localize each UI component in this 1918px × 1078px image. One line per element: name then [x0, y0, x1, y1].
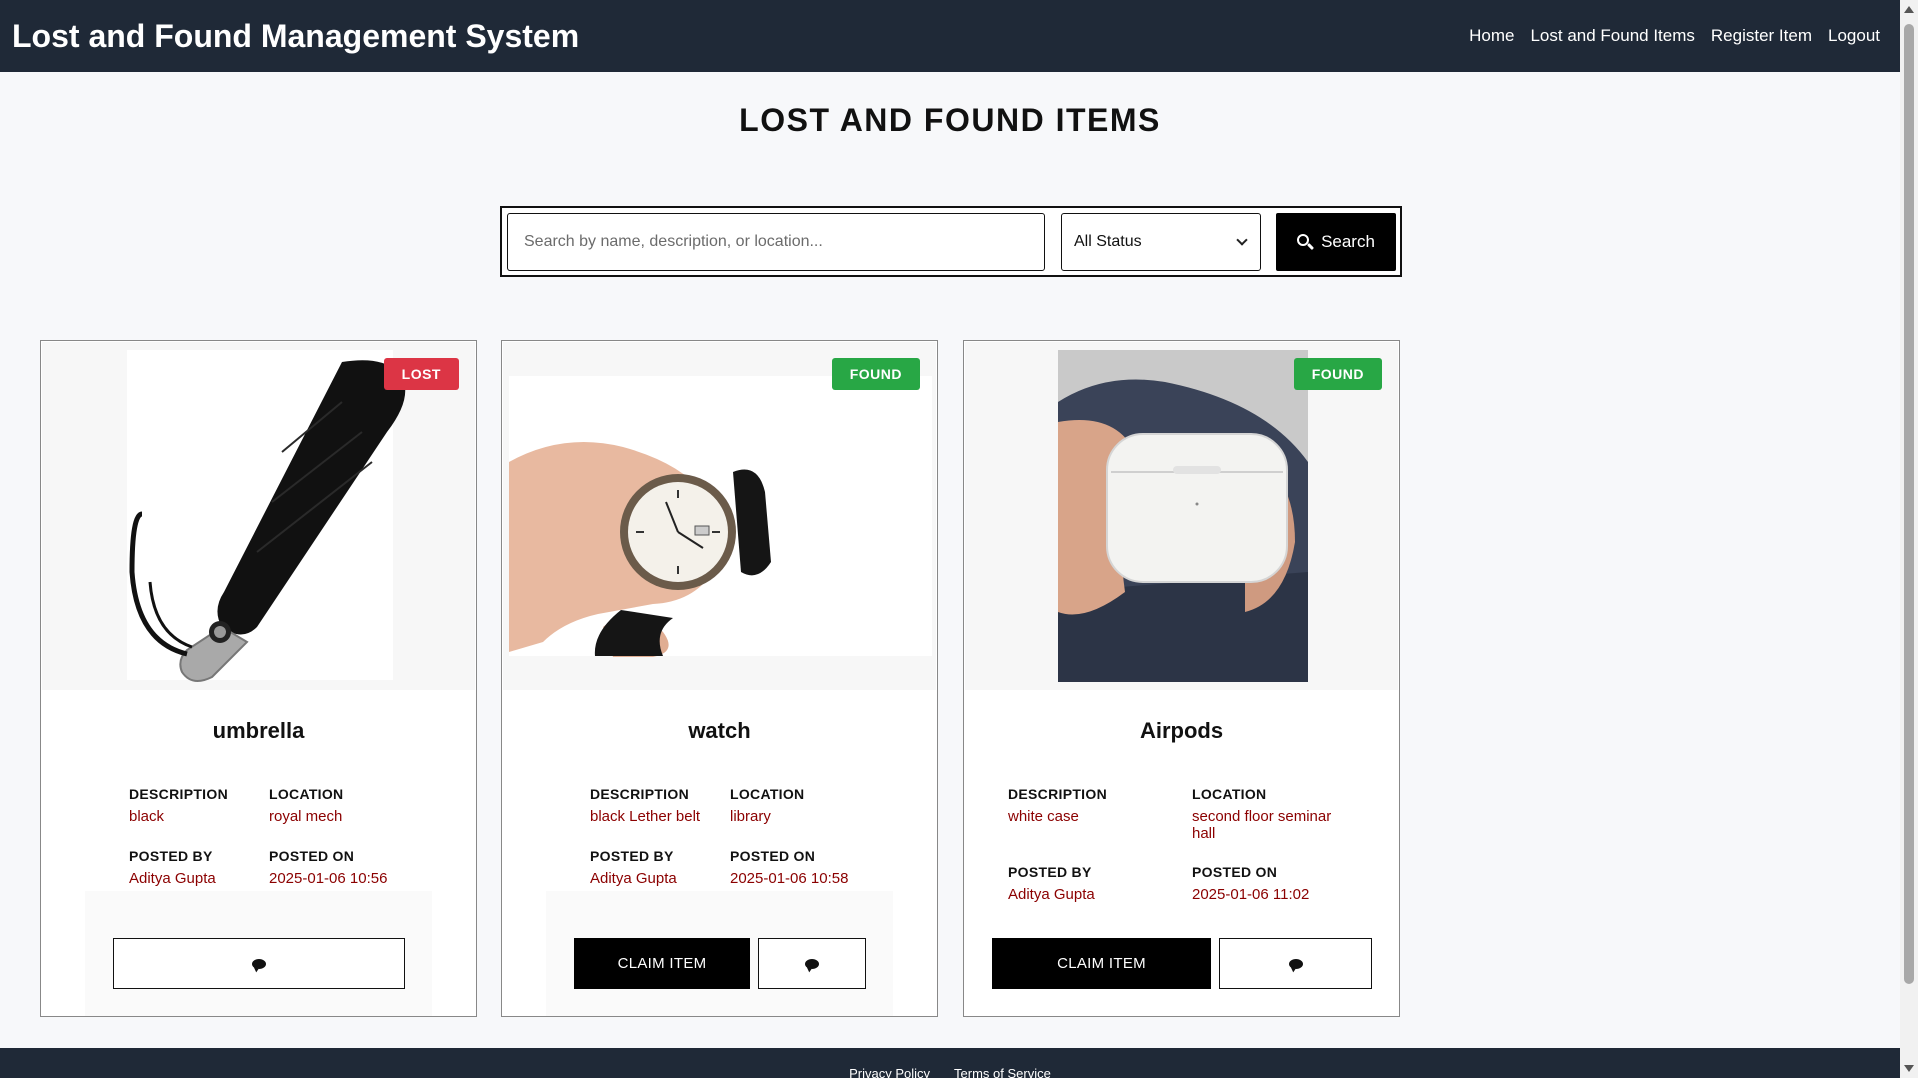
privacy-policy-link[interactable]: Privacy Policy — [849, 1066, 930, 1078]
posted-by-label: POSTED BY — [129, 848, 213, 864]
posted-on-field: POSTED ON 2025-01-06 10:56 — [269, 848, 387, 887]
description-value: black — [129, 808, 165, 825]
item-name: umbrella — [212, 718, 305, 743]
search-button[interactable]: Search — [1276, 213, 1396, 271]
item-card: FOUND watch DESCRIPTION black Lether bel… — [501, 340, 938, 1017]
status-badge: FOUND — [831, 358, 920, 390]
posted-by-field: POSTED BY Aditya Gupta — [129, 848, 216, 887]
footer: Privacy Policy Terms of Service — [0, 1048, 1900, 1078]
chat-button[interactable] — [1219, 938, 1372, 989]
scroll-up-arrow[interactable] — [1904, 6, 1914, 13]
description-field: DESCRIPTION black — [129, 786, 228, 825]
description-value: white case — [1008, 808, 1079, 825]
description-label: DESCRIPTION — [1008, 786, 1107, 802]
location-value: library — [730, 808, 771, 825]
posted-on-field: POSTED ON 2025-01-06 11:02 — [1192, 864, 1309, 903]
scroll-down-arrow[interactable] — [1904, 1065, 1914, 1072]
chat-button[interactable] — [113, 938, 405, 989]
location-value: second floor seminar hall — [1192, 808, 1332, 842]
scrollbar-thumb[interactable] — [1904, 24, 1914, 984]
description-value: black Lether belt — [590, 808, 701, 825]
posted-by-label: POSTED BY — [590, 848, 674, 864]
status-badge: FOUND — [1293, 358, 1382, 390]
item-card: FOUND Airpods DESCRIPTION white case LOC… — [963, 340, 1400, 1017]
chat-icon — [805, 958, 819, 969]
watch-image — [509, 376, 932, 657]
status-select-value: All Status — [1074, 233, 1142, 250]
location-field: LOCATION second floor seminar hall — [1192, 786, 1352, 842]
nav-logout-link[interactable]: Logout — [1828, 26, 1880, 46]
posted-by-value: Aditya Gupta — [129, 870, 216, 887]
item-image-area: FOUND — [965, 342, 1398, 690]
location-value: royal mech — [269, 808, 343, 825]
airpods-image — [1058, 350, 1308, 682]
terms-of-service-link[interactable]: Terms of Service — [954, 1066, 1051, 1078]
scrollbar[interactable] — [1900, 0, 1918, 1078]
navbar: Lost and Found Management System Home Lo… — [0, 0, 1900, 72]
description-label: DESCRIPTION — [129, 786, 228, 802]
nav-register-link[interactable]: Register Item — [1711, 26, 1812, 46]
nav-home-link[interactable]: Home — [1469, 26, 1514, 46]
description-label: DESCRIPTION — [590, 786, 689, 802]
nav-items-link[interactable]: Lost and Found Items — [1530, 26, 1694, 46]
posted-by-field: POSTED BY Aditya Gupta — [590, 848, 677, 887]
location-label: LOCATION — [1192, 786, 1267, 802]
brand-title[interactable]: Lost and Found Management System — [12, 18, 579, 55]
chevron-down-icon — [1236, 234, 1248, 246]
claim-item-button[interactable]: CLAIM ITEM — [574, 938, 750, 989]
item-details: DESCRIPTION black Lether belt LOCATION l… — [546, 766, 895, 902]
posted-on-label: POSTED ON — [1192, 864, 1278, 880]
item-card: LOST umbrella DESCRIPTION black LOCATION… — [40, 340, 477, 1017]
search-bar: All Status Search — [500, 206, 1402, 277]
posted-by-value: Aditya Gupta — [590, 870, 677, 887]
location-field: LOCATION library — [730, 786, 804, 825]
chat-button[interactable] — [758, 938, 866, 989]
search-button-label: Search — [1321, 232, 1375, 251]
item-name: Airpods — [1139, 718, 1224, 743]
description-field: DESCRIPTION black Lether belt — [590, 786, 700, 825]
search-input[interactable] — [507, 213, 1045, 271]
posted-on-value: 2025-01-06 11:02 — [1192, 886, 1310, 903]
description-field: DESCRIPTION white case — [1008, 786, 1107, 825]
posted-by-field: POSTED BY Aditya Gupta — [1008, 864, 1095, 903]
posted-on-label: POSTED ON — [269, 848, 355, 864]
status-select[interactable]: All Status — [1061, 213, 1261, 271]
posted-on-value: 2025-01-06 10:58 — [730, 870, 849, 887]
nav-links: Home Lost and Found Items Register Item … — [1469, 26, 1888, 46]
page-title: LOST AND FOUND ITEMS — [739, 102, 1161, 138]
location-label: LOCATION — [730, 786, 805, 802]
item-details: DESCRIPTION white case LOCATION second f… — [964, 766, 1399, 918]
item-image-area: LOST — [42, 342, 475, 690]
item-details: DESCRIPTION black LOCATION royal mech PO… — [85, 766, 434, 902]
chat-icon — [1288, 958, 1303, 969]
claim-item-button[interactable]: CLAIM ITEM — [992, 938, 1211, 989]
posted-on-field: POSTED ON 2025-01-06 10:58 — [730, 848, 848, 887]
umbrella-image — [127, 350, 406, 682]
posted-by-label: POSTED BY — [1008, 864, 1092, 880]
location-field: LOCATION royal mech — [269, 786, 343, 825]
posted-on-value: 2025-01-06 10:56 — [269, 870, 388, 887]
item-name: watch — [688, 718, 751, 743]
status-badge: LOST — [383, 358, 459, 390]
posted-on-label: POSTED ON — [730, 848, 816, 864]
location-label: LOCATION — [269, 786, 344, 802]
chat-icon — [252, 958, 266, 969]
posted-by-value: Aditya Gupta — [1008, 886, 1095, 903]
search-icon — [1297, 234, 1315, 251]
item-image-area: FOUND — [503, 342, 936, 690]
